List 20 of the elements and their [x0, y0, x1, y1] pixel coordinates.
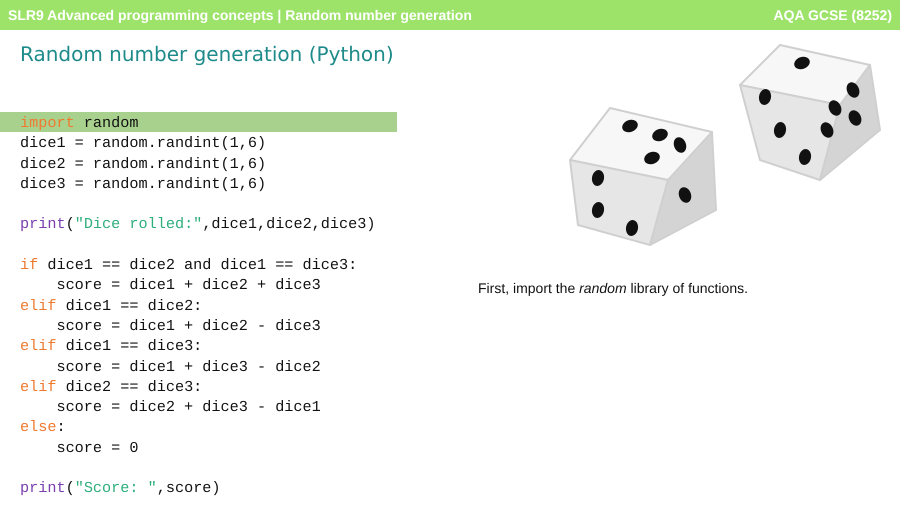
caption-text: First, import the random library of functions. [478, 280, 749, 296]
code-line: elif dice1 == dice3: [20, 337, 202, 356]
code-line: print("Score: ",score) [20, 479, 221, 498]
qualification-label: AQA GCSE (8252) [773, 7, 892, 23]
code-line: import random [20, 114, 138, 132]
code-line: score = dice1 + dice2 + dice3 [55, 276, 321, 294]
code-line: else: [20, 418, 66, 436]
code-line: print("Dice rolled:",dice1,dice2,dice3) [20, 215, 376, 234]
code-line: dice2 = random.randint(1,6) [20, 154, 266, 173]
code-line: dice3 = random.randint(1,6) [20, 174, 266, 193]
code-line: elif dice1 == dice2: [20, 296, 202, 315]
code-line: score = dice1 + dice3 - dice2 [55, 358, 321, 376]
course-title: SLR9 Advanced programming concepts | Random number generation [8, 7, 472, 23]
code-line: dice1 = random.randint(1,6) [20, 134, 266, 152]
code-line: score = 0 [55, 438, 138, 457]
slide-title: Random number generation (Python) [20, 42, 394, 66]
code-line: if dice1 == dice2 and dice1 == dice3: [20, 256, 358, 274]
code-line: elif dice2 == dice3: [20, 378, 202, 396]
code-line: score = dice1 + dice2 - dice3 [55, 316, 321, 335]
code-line: score = dice2 + dice3 - dice1 [55, 398, 321, 416]
